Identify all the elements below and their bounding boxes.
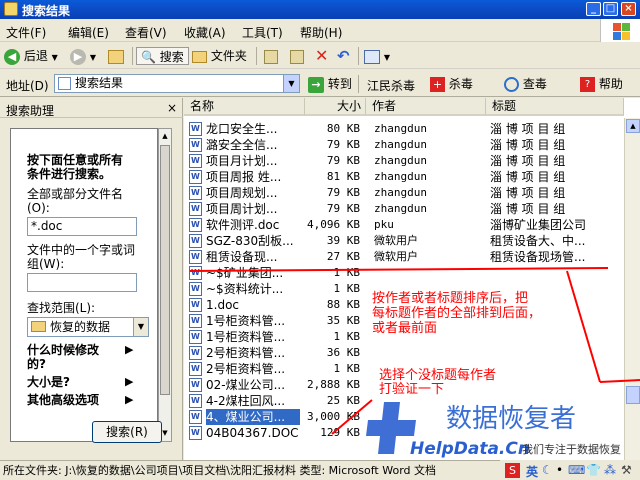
softkey-icon[interactable]: ⌨	[568, 463, 585, 477]
ime-lang-toggle[interactable]: 英	[526, 463, 538, 480]
moon-icon[interactable]: ☾	[542, 463, 553, 477]
annotation-verify-note-2: 打验证一下	[379, 382, 445, 397]
skin-icon[interactable]: 👕	[586, 463, 601, 477]
sogou-s-icon[interactable]: S	[505, 463, 520, 478]
watermark-title: 数据恢复者	[446, 404, 577, 434]
punct-icon[interactable]: •	[556, 463, 563, 477]
menu-icon[interactable]: ⁂	[604, 463, 616, 477]
status-text: 所在文件夹: J:\恢复的数据\公司项目\项目文档\沈阳汇报材料 类型: Mic…	[3, 464, 436, 477]
watermark-slogan: 我们专注于数据恢复	[522, 443, 621, 456]
annotation-sort-note-3: 或者最前面	[372, 321, 438, 336]
tools-icon[interactable]: ⚒	[621, 463, 632, 477]
annotation-sort-note-1: 按作者或者标题排序后，把	[372, 291, 529, 306]
annotation-sort-note-2: 每标题作者的全部排到后面，	[372, 306, 542, 321]
watermark-url: HelpData.Cn	[410, 439, 530, 459]
ime-tray: S 英 ☾ • ⌨ 👕 ⁂ ⚒	[500, 460, 640, 480]
